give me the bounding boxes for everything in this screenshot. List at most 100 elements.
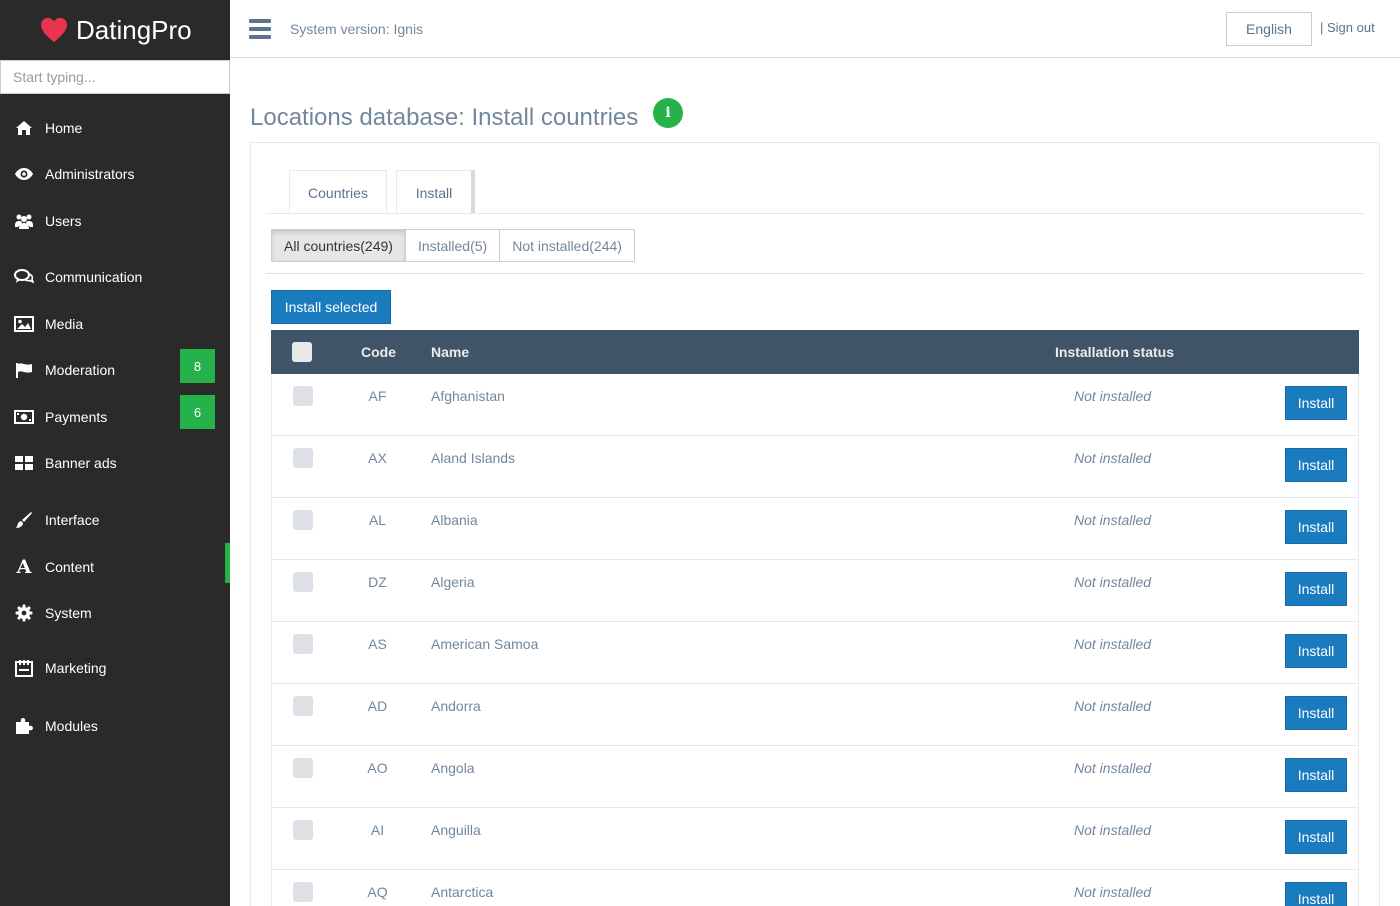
sidebar-item-label: Moderation xyxy=(45,362,116,378)
country-name: Anguilla xyxy=(431,822,481,838)
select-all-checkbox[interactable] xyxy=(292,342,312,362)
countries-table: Code Name Installation status AF Afghani… xyxy=(271,330,1359,906)
column-header-code: Code xyxy=(361,344,396,360)
table-row: AS American Samoa Not installed Install xyxy=(271,622,1359,684)
sidebar: DatingPro Home Administrators Users Comm… xyxy=(0,0,230,906)
language-select[interactable]: English xyxy=(1226,12,1312,46)
active-indicator xyxy=(225,543,230,583)
install-button[interactable]: Install xyxy=(1285,510,1347,544)
sidebar-item-label: Payments xyxy=(45,409,108,425)
payments-count-badge: 6 xyxy=(180,395,215,429)
country-name: Algeria xyxy=(431,574,475,590)
installation-status: Not installed xyxy=(1074,698,1152,714)
moderation-count-badge: 8 xyxy=(180,349,215,383)
country-name: Andorra xyxy=(431,698,481,714)
home-icon xyxy=(14,118,34,138)
column-header-name: Name xyxy=(431,344,470,360)
sidebar-item-interface[interactable]: Interface xyxy=(0,500,230,540)
table-row: AQ Antarctica Not installed Install xyxy=(271,870,1359,906)
install-selected-button[interactable]: Install selected xyxy=(271,290,391,324)
sidebar-item-label: Users xyxy=(45,213,82,229)
sidebar-item-communication[interactable]: Communication xyxy=(0,257,230,297)
country-name: Afghanistan xyxy=(431,388,505,404)
brand-logo[interactable]: DatingPro xyxy=(0,0,230,60)
installation-status: Not installed xyxy=(1074,760,1152,776)
install-button[interactable]: Install xyxy=(1285,820,1347,854)
content-panel: Countries Install All countries(249) Ins… xyxy=(250,142,1380,906)
image-icon xyxy=(14,314,34,334)
installation-status: Not installed xyxy=(1074,450,1152,466)
heart-icon xyxy=(41,17,67,43)
sidebar-item-system[interactable]: System xyxy=(0,593,230,633)
tab-install[interactable]: Install xyxy=(396,170,475,214)
sidebar-item-media[interactable]: Media xyxy=(0,304,230,344)
table-row: DZ Algeria Not installed Install xyxy=(271,560,1359,622)
installation-status: Not installed xyxy=(1074,388,1152,404)
table-row: AF Afghanistan Not installed Install xyxy=(271,374,1359,436)
chat-icon xyxy=(14,267,34,287)
flag-icon xyxy=(14,360,34,380)
install-button[interactable]: Install xyxy=(1285,758,1347,792)
table-row: AL Albania Not installed Install xyxy=(271,498,1359,560)
hamburger-menu-icon[interactable] xyxy=(249,19,271,39)
puzzle-icon xyxy=(14,716,34,736)
filter-all-countries[interactable]: All countries(249) xyxy=(271,229,406,262)
country-name: Aland Islands xyxy=(431,450,516,466)
table-row: AO Angola Not installed Install xyxy=(271,746,1359,808)
sidebar-item-marketing[interactable]: Marketing xyxy=(0,648,230,688)
installation-status: Not installed xyxy=(1074,574,1152,590)
column-header-status: Installation status xyxy=(1055,344,1175,360)
brand-name: DatingPro xyxy=(76,14,192,45)
sidebar-item-label: Media xyxy=(45,316,84,332)
table-row: AI Anguilla Not installed Install xyxy=(271,808,1359,870)
tab-countries[interactable]: Countries xyxy=(289,170,387,214)
sidebar-item-label: Content xyxy=(45,559,95,575)
sidebar-item-label: Interface xyxy=(45,512,100,528)
install-button[interactable]: Install xyxy=(1285,882,1347,906)
installation-status: Not installed xyxy=(1074,636,1152,652)
sidebar-item-users[interactable]: Users xyxy=(0,201,230,241)
sidebar-item-administrators[interactable]: Administrators xyxy=(0,154,230,194)
sidebar-item-label: Communication xyxy=(45,269,143,285)
country-name: Albania xyxy=(431,512,478,528)
eye-icon xyxy=(14,164,34,184)
table-header: Code Name Installation status xyxy=(271,330,1359,374)
font-icon: A xyxy=(16,556,32,578)
sidebar-item-content[interactable]: A Content xyxy=(0,543,230,587)
sign-out-link[interactable]: | Sign out xyxy=(1320,20,1375,35)
info-icon[interactable]: i xyxy=(653,98,683,128)
sidebar-item-modules[interactable]: Modules xyxy=(0,706,230,746)
sidebar-item-label: Banner ads xyxy=(45,455,117,471)
sidebar-item-home[interactable]: Home xyxy=(0,108,230,148)
sidebar-item-label: Home xyxy=(45,120,83,136)
country-name: Antarctica xyxy=(431,884,494,900)
installation-status: Not installed xyxy=(1074,884,1152,900)
filter-not-installed[interactable]: Not installed(244) xyxy=(499,229,635,262)
sidebar-item-banner-ads[interactable]: Banner ads xyxy=(0,443,230,483)
sidebar-search-input[interactable] xyxy=(0,60,230,94)
tabs-divider xyxy=(266,213,1364,214)
install-button[interactable]: Install xyxy=(1285,696,1347,730)
install-button[interactable]: Install xyxy=(1285,634,1347,668)
page-title: Locations database: Install countries xyxy=(250,104,639,131)
sidebar-item-label: Marketing xyxy=(45,660,107,676)
filter-button-group: All countries(249) Installed(5) Not inst… xyxy=(271,229,635,262)
table-row: AX Aland Islands Not installed Install xyxy=(271,436,1359,498)
install-button[interactable]: Install xyxy=(1285,386,1347,420)
calendar-icon xyxy=(14,658,34,678)
installation-status: Not installed xyxy=(1074,822,1152,838)
grid-icon xyxy=(14,453,34,473)
section-divider xyxy=(266,273,1364,274)
install-button[interactable]: Install xyxy=(1285,448,1347,482)
filter-installed[interactable]: Installed(5) xyxy=(404,229,501,262)
sidebar-item-label: Administrators xyxy=(45,166,135,182)
sidebar-item-label: System xyxy=(45,605,92,621)
country-name: Angola xyxy=(431,760,475,776)
install-button[interactable]: Install xyxy=(1285,572,1347,606)
sidebar-item-label: Modules xyxy=(45,718,98,734)
money-icon xyxy=(14,407,34,427)
brush-icon xyxy=(14,510,34,530)
table-row: AD Andorra Not installed Install xyxy=(271,684,1359,746)
users-icon xyxy=(14,211,34,231)
installation-status: Not installed xyxy=(1074,512,1152,528)
